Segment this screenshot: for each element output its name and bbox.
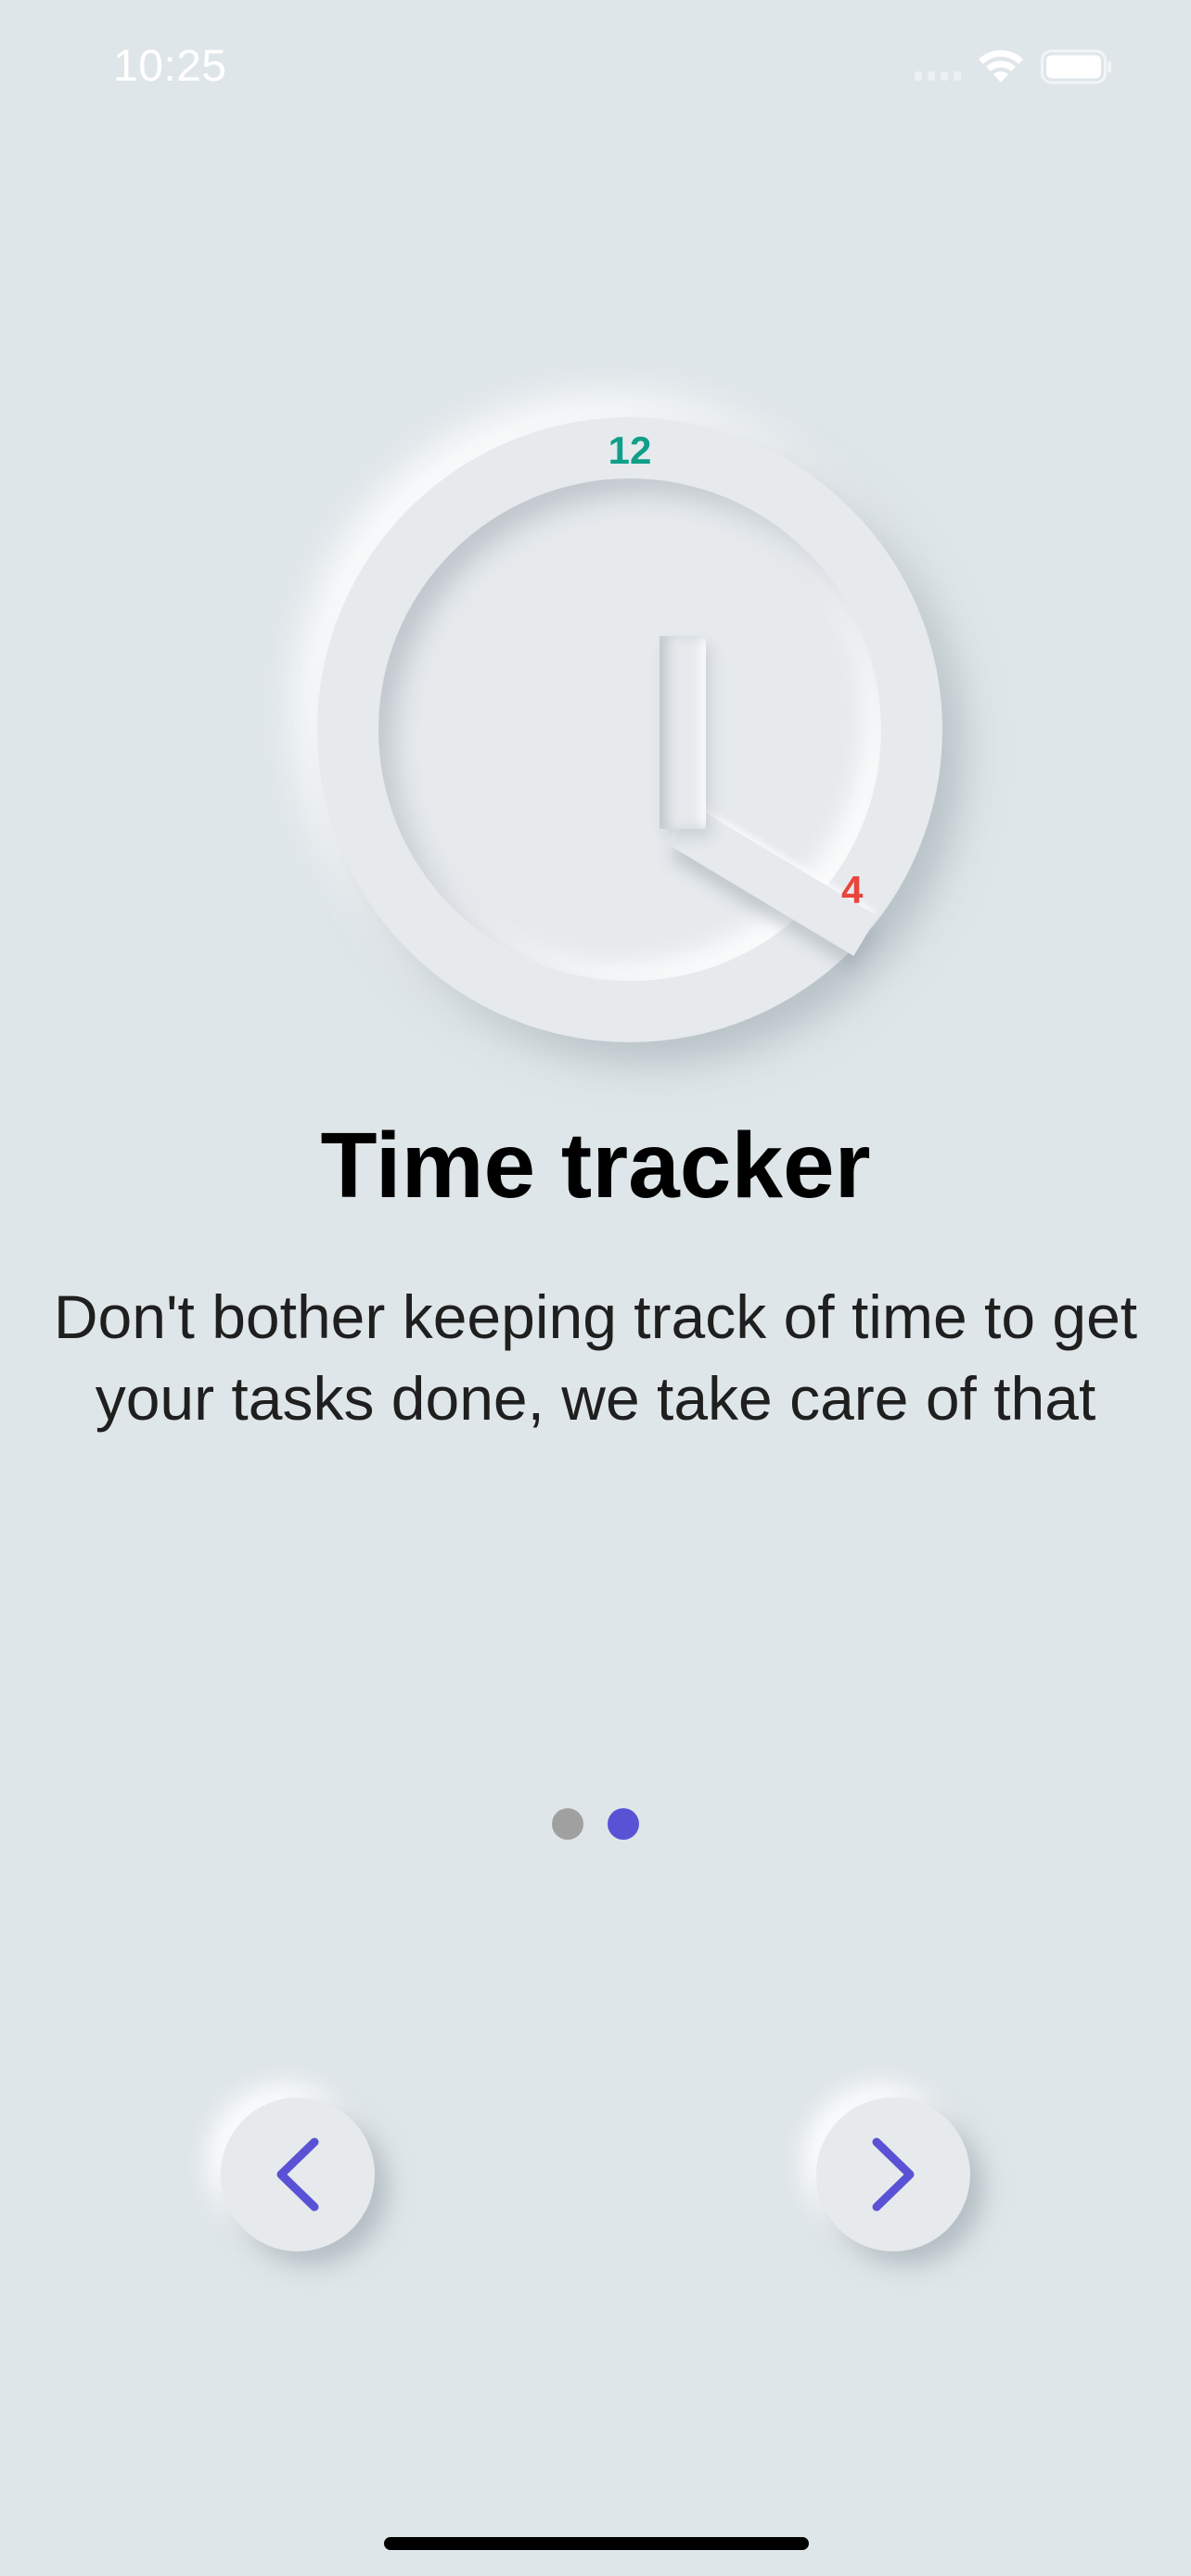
onboarding-screen: 10:25 12 4 Time tracker Don't bother kee… bbox=[0, 0, 1191, 2576]
page-dot-2-active[interactable] bbox=[608, 1808, 639, 1840]
clock-face bbox=[378, 478, 881, 981]
chevron-right-icon bbox=[872, 2137, 915, 2212]
status-bar: 10:25 bbox=[0, 0, 1191, 130]
home-indicator[interactable] bbox=[384, 2537, 809, 2550]
previous-button[interactable] bbox=[221, 2098, 375, 2251]
status-time: 10:25 bbox=[113, 42, 227, 91]
wifi-icon bbox=[979, 50, 1023, 83]
next-button[interactable] bbox=[816, 2098, 970, 2251]
cellular-signal-icon bbox=[915, 53, 961, 81]
clock-number-12: 12 bbox=[608, 428, 652, 472]
onboarding-title: Time tracker bbox=[320, 1114, 871, 1218]
clock-illustration: 12 4 bbox=[317, 417, 942, 1042]
battery-icon bbox=[1041, 49, 1111, 84]
page-dot-1[interactable] bbox=[552, 1808, 583, 1840]
clock-number-4: 4 bbox=[841, 868, 864, 912]
onboarding-description: Don't bother keeping track of time to ge… bbox=[53, 1282, 1138, 1433]
page-indicator bbox=[0, 1808, 1191, 1840]
clock-hour-hand bbox=[660, 636, 706, 829]
chevron-left-icon bbox=[276, 2137, 319, 2212]
status-icons bbox=[915, 45, 1113, 89]
